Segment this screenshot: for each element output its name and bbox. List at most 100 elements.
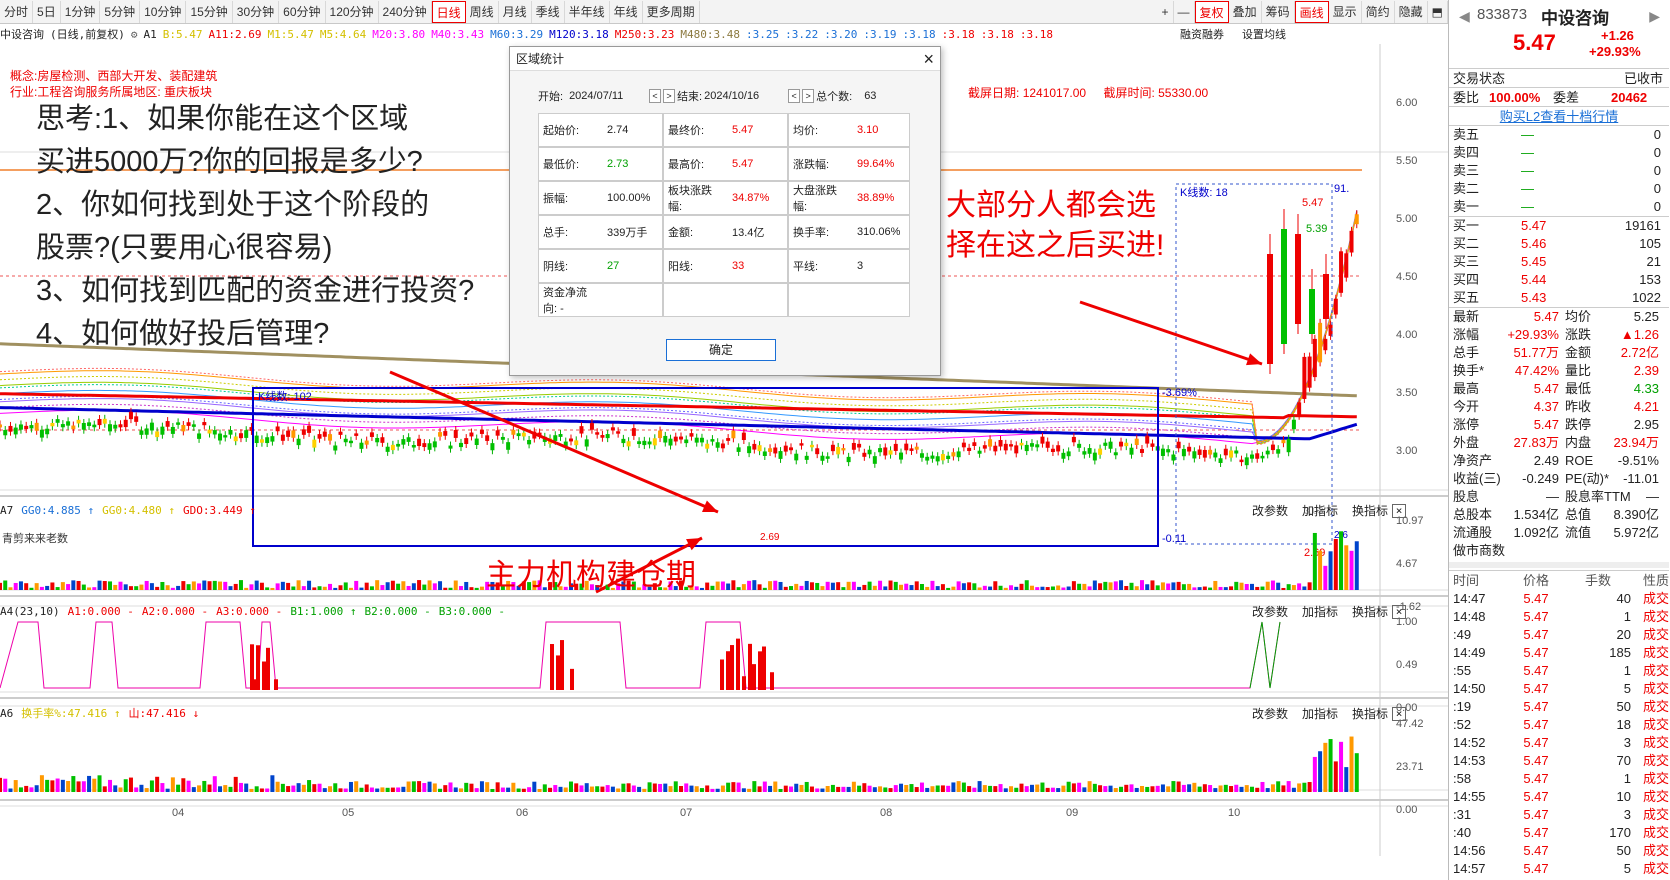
candle xyxy=(799,443,804,446)
turnover-bar xyxy=(1333,761,1338,792)
period-button[interactable]: 30分钟 xyxy=(233,0,280,23)
turnover-bar xyxy=(1281,785,1286,792)
quote-row: 外盘 27.83万 内盘 23.94万 xyxy=(1449,434,1669,452)
vol-bar xyxy=(778,581,783,590)
turnover-bar xyxy=(710,788,715,792)
minus-icon[interactable]: — xyxy=(1174,0,1195,23)
candle xyxy=(752,443,757,450)
vol-bar xyxy=(841,587,846,590)
vol-bar xyxy=(39,586,44,590)
close-icon[interactable]: × xyxy=(923,47,934,71)
candle xyxy=(364,440,369,445)
indicator-button[interactable]: 加指标 xyxy=(1302,605,1338,619)
period-button[interactable]: 240分钟 xyxy=(379,0,432,23)
layout-icon[interactable]: ⬒ xyxy=(1428,0,1448,23)
vol-bar xyxy=(1244,584,1249,590)
indicator-button[interactable]: 加指标 xyxy=(1302,504,1338,518)
turnover-bar xyxy=(453,787,458,792)
period-button[interactable]: 1分钟 xyxy=(61,0,101,23)
book-price: 5.44 xyxy=(1521,272,1547,287)
close-icon[interactable]: × xyxy=(1392,504,1406,518)
period-button[interactable]: 10分钟 xyxy=(140,0,187,23)
dialog-title: 区域统计 xyxy=(516,52,565,66)
period-button[interactable]: 年线 xyxy=(610,0,643,23)
turnover-bar xyxy=(961,782,966,792)
period-button[interactable]: 5日 xyxy=(33,0,61,23)
range-stats-dialog[interactable]: 区域统计 × 开始: 2024/07/11 < > 结束: 2024/10/16 … xyxy=(509,46,941,376)
period-button[interactable]: 半年线 xyxy=(565,0,610,23)
close-icon[interactable]: × xyxy=(1392,707,1406,721)
period-button[interactable]: 60分钟 xyxy=(279,0,326,23)
period-button[interactable]: 周线 xyxy=(466,0,499,23)
toolbar-right-button[interactable]: 画线 xyxy=(1294,0,1329,23)
book-price: 5.46 xyxy=(1521,236,1547,251)
candle xyxy=(1029,443,1034,447)
period-button[interactable]: 日线 xyxy=(431,0,466,23)
next-start-button[interactable]: > xyxy=(663,89,676,103)
turnover-bar xyxy=(13,780,18,792)
turnover-bar xyxy=(1265,788,1270,792)
indicator-button[interactable]: 改参数 xyxy=(1252,605,1288,619)
period-button[interactable]: 更多周期 xyxy=(643,0,700,23)
vol-bar xyxy=(893,581,898,590)
indicator-button[interactable]: 改参数 xyxy=(1252,707,1288,721)
trade-row: 14:53 5.47 70 成交 xyxy=(1449,752,1669,770)
indicator-button[interactable]: 加指标 xyxy=(1302,707,1338,721)
quote-key: 换手* xyxy=(1453,363,1485,378)
toolbar-right-button[interactable]: 筹码 xyxy=(1262,0,1295,23)
indicator-button[interactable]: 换指标 xyxy=(1352,504,1388,518)
indicator-value: 山:47.416 ↓ xyxy=(128,707,200,720)
ma-label: :3.18 xyxy=(941,28,975,41)
indicator-button[interactable]: 换指标 xyxy=(1352,605,1388,619)
toolbar-right-button[interactable]: 隐藏 xyxy=(1395,0,1428,23)
period-button[interactable]: 月线 xyxy=(499,0,532,23)
vol-bar xyxy=(1024,580,1029,590)
candle xyxy=(1056,445,1061,452)
vol-bar xyxy=(411,583,416,590)
indicator-button[interactable]: 换指标 xyxy=(1352,707,1388,721)
period-button[interactable]: 分时 xyxy=(0,0,34,23)
prev-end-button[interactable]: < xyxy=(788,89,801,103)
candle xyxy=(511,429,516,435)
period-button[interactable]: 120分钟 xyxy=(326,0,379,23)
period-button[interactable]: 15分钟 xyxy=(186,0,233,23)
vol-bar xyxy=(1333,539,1338,590)
period-button[interactable]: 5分钟 xyxy=(100,0,141,23)
quote-row: 最新 5.47 均价 5.25 xyxy=(1449,308,1669,326)
stat-cell: 平线: 3 xyxy=(788,249,910,283)
splitter[interactable] xyxy=(1449,562,1669,568)
indicator-button[interactable]: 改参数 xyxy=(1252,504,1288,518)
trade-volume: 5 xyxy=(1623,680,1631,696)
next-end-button[interactable]: > xyxy=(802,89,815,103)
plus-icon[interactable]: + xyxy=(1158,0,1174,23)
vol-bar xyxy=(0,582,2,590)
stat-value: 13.4亿 xyxy=(732,227,765,239)
toolbar-right-button[interactable]: 叠加 xyxy=(1229,0,1262,23)
vol-bar xyxy=(207,581,212,590)
close-icon[interactable]: × xyxy=(1392,605,1406,619)
ok-button[interactable]: 确定 xyxy=(666,339,776,361)
candle xyxy=(291,430,296,438)
candle xyxy=(616,431,621,434)
candle xyxy=(699,437,704,443)
candle xyxy=(490,443,495,451)
candle xyxy=(1139,449,1144,453)
toolbar-right-button[interactable]: 简约 xyxy=(1362,0,1395,23)
period-button[interactable]: 季线 xyxy=(532,0,565,23)
prev-start-button[interactable]: < xyxy=(649,89,662,103)
next-stock-icon[interactable]: ▶ xyxy=(1649,8,1660,25)
dialog-titlebar[interactable]: 区域统计 × xyxy=(510,47,940,71)
quote-row: 今开 4.37 昨收 4.21 xyxy=(1449,398,1669,416)
quote-row: 涨停 5.47 跌停 2.95 xyxy=(1449,416,1669,434)
gear-icon[interactable]: ⚙ xyxy=(131,28,138,41)
toolbar-right-button[interactable]: 显示 xyxy=(1329,0,1362,23)
vol-bar xyxy=(1276,582,1281,590)
l2-link[interactable]: 购买L2查看十档行情 xyxy=(1449,106,1669,125)
margin-trading-button[interactable]: 融资融券 xyxy=(1180,29,1224,41)
toolbar-right-button[interactable]: 复权 xyxy=(1194,0,1229,23)
vol-bar xyxy=(165,585,170,590)
quote-value: 4.33 xyxy=(1633,381,1659,396)
vol-bar xyxy=(752,580,757,590)
prev-stock-icon[interactable]: ◀ xyxy=(1459,8,1470,25)
ma-settings-button[interactable]: 设置均线 xyxy=(1242,29,1286,41)
